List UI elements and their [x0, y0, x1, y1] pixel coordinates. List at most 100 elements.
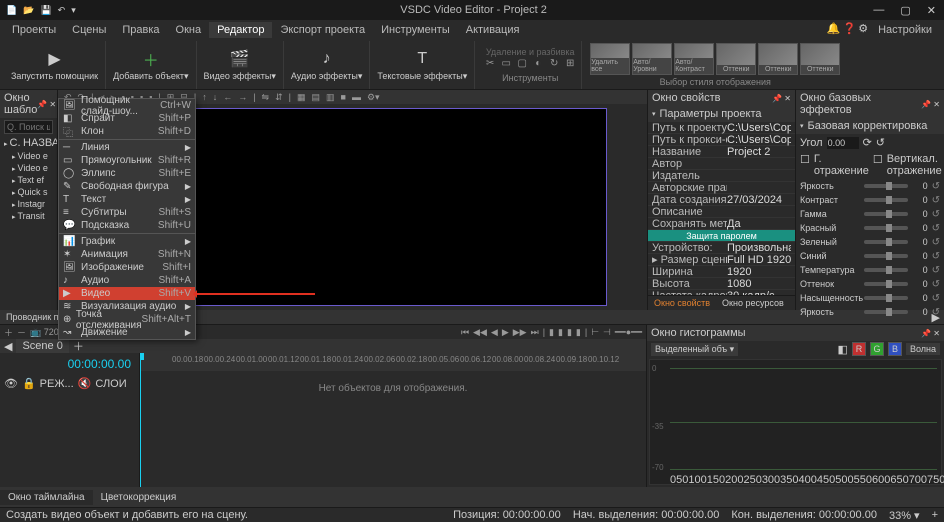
- layout-icon[interactable]: ▬: [350, 92, 363, 102]
- tool-cut-icon[interactable]: ✂: [483, 57, 497, 71]
- menu-активация[interactable]: Активация: [458, 22, 528, 38]
- template-item[interactable]: Video e: [0, 150, 57, 162]
- eye-icon[interactable]: 👁: [4, 377, 18, 390]
- property-row[interactable]: Высота1080: [648, 278, 795, 290]
- zoom-in-icon[interactable]: +: [932, 509, 938, 521]
- slider-thumb[interactable]: [886, 280, 892, 288]
- maximize-button[interactable]: ▢: [896, 4, 914, 17]
- menu-инструменты[interactable]: Инструменты: [373, 22, 458, 38]
- slider-track[interactable]: [864, 240, 908, 244]
- mute-icon[interactable]: 🔇: [78, 377, 92, 390]
- notify-icon[interactable]: 🔔: [827, 22, 841, 38]
- dropdown-item-текст[interactable]: TТекст▶: [59, 193, 195, 206]
- layout-icon[interactable]: ▤: [309, 92, 322, 103]
- help-icon[interactable]: ❓: [842, 22, 856, 38]
- close-button[interactable]: ✕: [923, 4, 940, 17]
- histo-mode-icon[interactable]: ◧: [838, 343, 848, 356]
- dropdown-item-эллипс[interactable]: ◯ЭллипсShift+E: [59, 167, 195, 180]
- arrow-icon[interactable]: ↑: [200, 92, 209, 102]
- status-zoom[interactable]: 33% ▾: [889, 509, 920, 522]
- slider-track[interactable]: [864, 268, 908, 272]
- style-thumb[interactable]: Авто/Уровни: [632, 43, 672, 75]
- style-thumb[interactable]: Оттенки: [716, 43, 756, 75]
- reset-icon[interactable]: ↺: [876, 136, 885, 149]
- prev-scene-icon[interactable]: ◀: [4, 340, 12, 353]
- dropdown-item-субтитры[interactable]: ≡СубтитрыShift+S: [59, 206, 195, 219]
- layout-icon[interactable]: ▥: [324, 92, 337, 103]
- slider-thumb[interactable]: [886, 224, 892, 232]
- timeline-ruler[interactable]: 00.00.1800.00.2400.01.0000.01.1200.01.18…: [140, 353, 646, 371]
- settings-icon[interactable]: ⚙: [858, 22, 868, 38]
- add-icon[interactable]: ＋: [4, 326, 13, 339]
- reset-icon[interactable]: ↺: [932, 279, 940, 290]
- slider-track[interactable]: [864, 212, 908, 216]
- template-item[interactable]: Text ef: [0, 174, 57, 186]
- close-icon[interactable]: ✕: [49, 100, 56, 109]
- property-row[interactable]: Ширина1920: [648, 266, 795, 278]
- minimize-button[interactable]: —: [869, 4, 888, 17]
- resources-tab[interactable]: Окно ресурсов: [716, 296, 790, 310]
- next-icon[interactable]: ▶▶: [513, 327, 527, 338]
- project-params-header[interactable]: ▾ Параметры проекта: [648, 106, 795, 122]
- menu-сцены[interactable]: Сцены: [64, 22, 114, 38]
- ribbon-button-1[interactable]: ＋Добавить объект▾: [110, 47, 191, 82]
- skip-start-icon[interactable]: ⏮: [461, 327, 469, 338]
- flip-h-icon[interactable]: ⇋: [260, 92, 272, 103]
- prev-icon[interactable]: ◀: [491, 327, 498, 338]
- zoom-slider[interactable]: ━━●━━: [615, 327, 642, 338]
- marker-icon[interactable]: ▮: [576, 327, 581, 338]
- histogram-r-button[interactable]: R: [852, 342, 866, 356]
- qa-new-icon[interactable]: 📄: [4, 4, 19, 17]
- style-thumb[interactable]: Авто/Контраст: [674, 43, 714, 75]
- dropdown-item-подсказка[interactable]: 💬ПодсказкаShift+U: [59, 219, 195, 232]
- dropdown-item-изображение[interactable]: 🖼ИзображениеShift+I: [59, 261, 195, 274]
- marker-icon[interactable]: ▮: [567, 327, 572, 338]
- arrow-icon[interactable]: →: [236, 92, 249, 102]
- reset-icon[interactable]: ↺: [932, 181, 940, 192]
- dropdown-item-помощник-слайд-шоу-[interactable]: 🖼Помощник слайд-шоу...Ctrl+W: [59, 99, 195, 112]
- slider-track[interactable]: [864, 198, 908, 202]
- property-row[interactable]: НазваниеProject 2: [648, 146, 795, 158]
- track-mode-label[interactable]: РЕЖ...: [40, 378, 74, 390]
- tool-icon[interactable]: ⊞: [563, 57, 577, 71]
- remove-icon[interactable]: －: [17, 326, 26, 339]
- angle-input[interactable]: [827, 137, 859, 149]
- template-category[interactable]: С. НАЗВАНИЕ: [0, 136, 57, 150]
- dropdown-item-график[interactable]: 📊График▶: [59, 235, 195, 248]
- property-row[interactable]: Авторские права: [648, 182, 795, 194]
- scene-add-icon[interactable]: ＋: [73, 338, 84, 354]
- mirror-v-checkbox[interactable]: ☐: [873, 153, 883, 177]
- basic-correction-header[interactable]: ▾ Базовая корректировка: [796, 118, 944, 134]
- property-row[interactable]: ▸ Размер сценыFull HD 1920x1080 пи: [648, 254, 795, 266]
- pin-icon[interactable]: 📌: [37, 100, 47, 109]
- pin-icon[interactable]: 📌: [921, 100, 931, 109]
- style-thumb[interactable]: Оттенки: [758, 43, 798, 75]
- close-icon[interactable]: ✕: [933, 100, 940, 109]
- histogram-source-select[interactable]: Выделенный объ ▾: [651, 343, 738, 356]
- dropdown-item-аудио[interactable]: ♪АудиоShift+A: [59, 274, 195, 287]
- reset-icon[interactable]: ↺: [932, 251, 940, 262]
- layout-icon[interactable]: ▦: [295, 92, 308, 103]
- slider-thumb[interactable]: [886, 210, 892, 218]
- split-icon[interactable]: ⊣: [603, 327, 611, 338]
- ribbon-button-0[interactable]: ▶Запустить помощник: [8, 47, 101, 82]
- menu-экспорт проекта[interactable]: Экспорт проекта: [272, 22, 373, 38]
- property-row[interactable]: Путь к проектуC:\Users\Copywriter: [648, 122, 795, 134]
- reset-icon[interactable]: ↺: [932, 223, 940, 234]
- slider-track[interactable]: [864, 310, 908, 314]
- tool-icon[interactable]: ▭: [499, 57, 513, 71]
- menu-проекты[interactable]: Проекты: [4, 22, 64, 38]
- mirror-h-checkbox[interactable]: ☐: [800, 153, 810, 177]
- slider-track[interactable]: [864, 184, 908, 188]
- dropdown-item-свободная-фигура[interactable]: ✎Свободная фигура▶: [59, 180, 195, 193]
- properties-tab[interactable]: Окно свойств: [648, 296, 716, 310]
- reset-icon[interactable]: ↺: [932, 293, 940, 304]
- slider-thumb[interactable]: [886, 196, 892, 204]
- slider-thumb[interactable]: [886, 294, 892, 302]
- property-row[interactable]: Автор: [648, 158, 795, 170]
- settings-menu[interactable]: Настройки: [870, 22, 940, 38]
- slider-track[interactable]: [864, 254, 908, 258]
- qa-undo-icon[interactable]: ↶: [56, 4, 68, 17]
- pin-icon[interactable]: 📌: [772, 94, 782, 103]
- slider-thumb[interactable]: [886, 252, 892, 260]
